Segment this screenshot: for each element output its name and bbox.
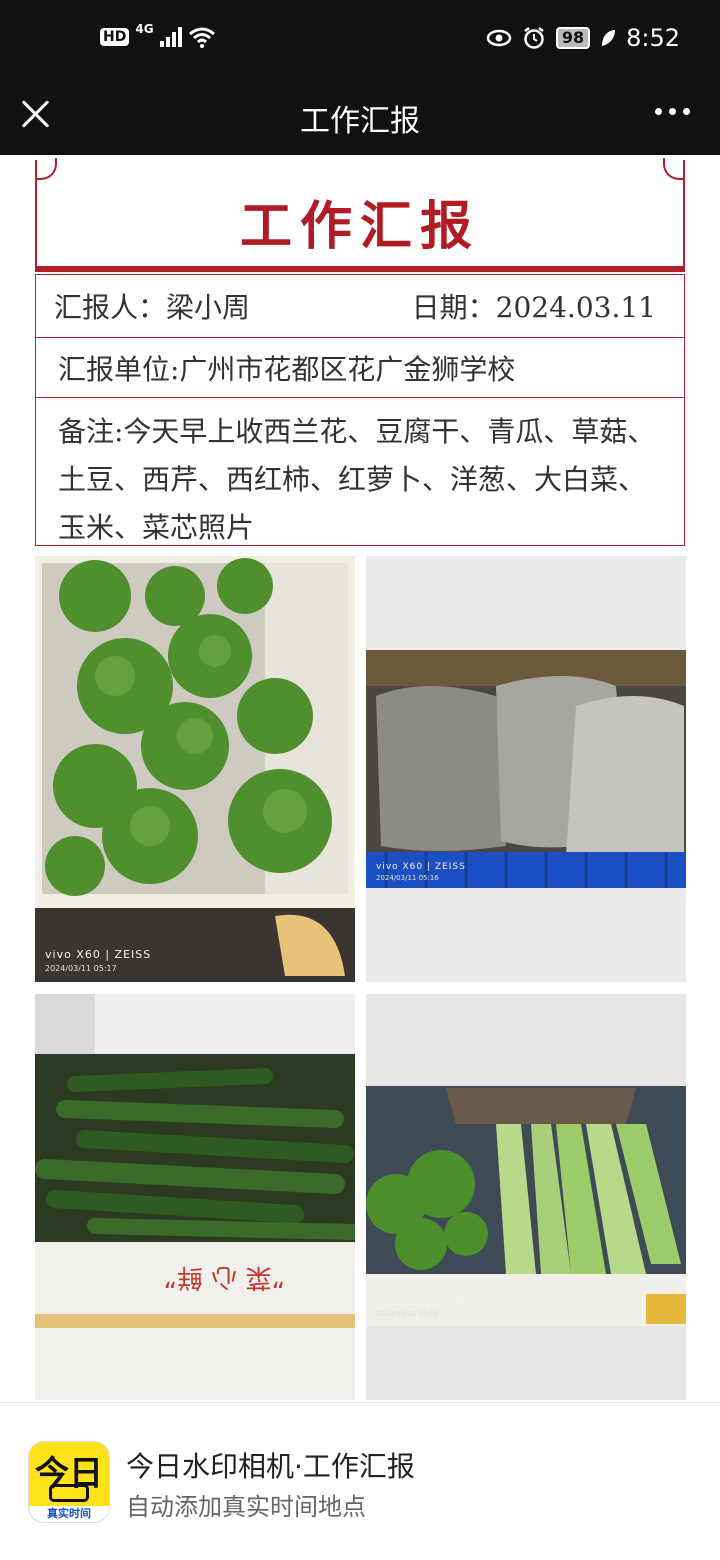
signal-icon: [159, 27, 182, 47]
battery-icon: 98: [555, 27, 591, 49]
photo-celery[interactable]: vivo X60 | ZEISS 2024/03/11 05:16: [366, 994, 686, 1400]
photo-watermark: vivo X60 | ZEISS: [45, 1386, 152, 1399]
report-header: 工作汇报: [35, 158, 685, 272]
eye-icon: [486, 29, 512, 47]
alarm-icon: [524, 27, 544, 49]
status-left: HD 4G: [100, 22, 216, 48]
photo-tofu[interactable]: vivo X60 | ZEISS 2024/03/11 05:16: [366, 556, 686, 982]
broccoli-image: [35, 556, 355, 982]
app-logo-subtext: 真实时间: [29, 1506, 109, 1522]
status-bar: HD 4G 98 8:52: [0, 0, 720, 82]
photo-watermark: vivo X60 | ZEISS: [376, 862, 466, 872]
title-bar: 工作汇报: [0, 82, 720, 155]
promo-subtitle: 自动添加真实时间地点: [126, 1493, 366, 1521]
report-title: 工作汇报: [239, 196, 480, 257]
note-row: 备注:今天早上收西兰花、豆腐干、青瓜、草菇、土豆、西芹、西红柿、红萝卜、洋葱、大…: [35, 398, 685, 546]
photo-watermark: vivo X60 | ZEISS: [376, 1298, 466, 1308]
wifi-icon: [188, 27, 215, 48]
status-right: 98 8:52: [486, 24, 680, 52]
promo-title[interactable]: 今日水印相机·工作汇报: [126, 1445, 415, 1485]
reporter-row: 汇报人：梁小周 日期：2024.03.11: [35, 274, 685, 338]
app-logo[interactable]: 今日 真实时间: [28, 1441, 110, 1523]
report-date: 日期：2024.03.11: [411, 291, 656, 324]
report-card: 工作汇报 汇报人：梁小周 日期：2024.03.11 汇报单位:广州市花都区花广…: [35, 158, 685, 546]
photo-watermark: vivo X60 | ZEISS: [45, 948, 152, 961]
leaf-icon: [602, 30, 616, 46]
svg-text:”菜 心 鲜”: ”菜 心 鲜”: [164, 1262, 285, 1292]
photo-timestamp: 2024/03/11 05:16: [376, 1310, 439, 1318]
more-icon[interactable]: [655, 108, 690, 115]
hd-badge: HD: [100, 28, 130, 46]
cucumber-image: ”菜 心 鲜”: [35, 994, 355, 1400]
tofu-image: [366, 556, 686, 982]
unit-row: 汇报单位:广州市花都区花广金狮学校: [35, 338, 685, 398]
report-unit: 汇报单位:广州市花都区花广金狮学校: [58, 352, 516, 386]
photo-cucumber[interactable]: ”菜 心 鲜” vivo X60 | ZEISS: [35, 994, 355, 1400]
window-title: 工作汇报: [300, 104, 420, 139]
celery-image: [366, 994, 686, 1400]
network-label: 4G: [135, 22, 154, 36]
photo-timestamp: 2024/03/11 05:17: [45, 964, 117, 973]
promo-banner[interactable]: 今日 真实时间 今日水印相机·工作汇报 自动添加真实时间地点: [0, 1402, 720, 1560]
report-note: 备注:今天早上收西兰花、豆腐干、青瓜、草菇、土豆、西芹、西红柿、红萝卜、洋葱、大…: [58, 415, 656, 544]
reporter-name: 汇报人：梁小周: [54, 291, 251, 324]
photo-broccoli[interactable]: vivo X60 | ZEISS 2024/03/11 05:17: [35, 556, 355, 982]
camera-icon: [49, 1484, 89, 1502]
clock-time: 8:52: [626, 24, 680, 52]
photo-timestamp: 2024/03/11 05:16: [376, 874, 439, 882]
